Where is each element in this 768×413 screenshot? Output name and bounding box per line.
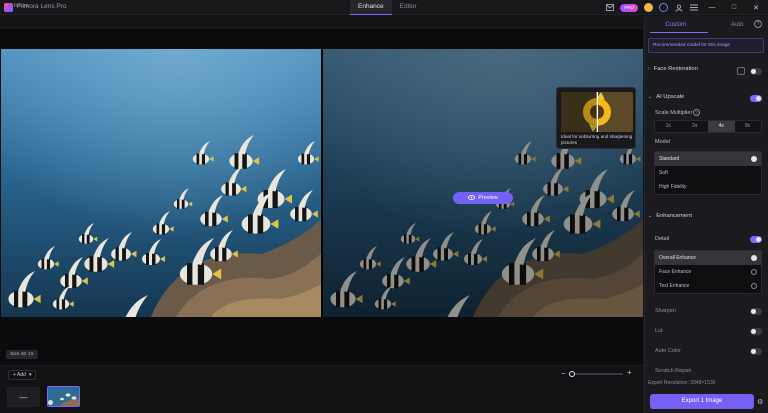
chevron-down-icon[interactable]: ⌄ [648, 94, 652, 100]
scale-2x[interactable]: 2x [682, 121, 709, 132]
model-option[interactable]: Standard [655, 152, 761, 166]
auto-color-toggle[interactable] [750, 348, 762, 355]
title-actions: PRO — □ ✕ [605, 2, 764, 13]
tooltip-text: Ideal for unblurring and sharpening pict… [561, 134, 633, 145]
file-tab[interactable]: × fishes [8, 1, 28, 11]
more-options-icon[interactable]: ⋮ [754, 1, 760, 8]
scale-4x[interactable]: 4x [708, 121, 735, 132]
gear-icon[interactable]: ⚙ [757, 398, 763, 406]
check-icon [751, 156, 757, 162]
zoom-slider-handle[interactable] [569, 371, 575, 377]
face-restoration-toggle[interactable] [750, 68, 762, 75]
model-tooltip: Ideal for unblurring and sharpening pict… [556, 87, 636, 149]
model-option[interactable]: Soft [655, 166, 761, 180]
pro-badge[interactable]: PRO [620, 3, 638, 12]
preview-label: Preview [478, 195, 498, 201]
detail-option[interactable]: Text Enhance [655, 279, 761, 293]
detail-label: Detail [655, 236, 670, 242]
sharpen-toggle[interactable] [750, 308, 762, 315]
help-icon[interactable]: ? [754, 20, 762, 28]
chevron-down-icon: ▾ [28, 372, 32, 378]
check-icon [751, 255, 757, 261]
scratch-repair-label: Scratch Repair [655, 368, 692, 374]
detail-option[interactable]: Overall Enhance [655, 251, 761, 265]
tooltip-preview-image [561, 92, 633, 132]
detail-option-label: Text Enhance [659, 283, 690, 289]
bottom-bar [0, 365, 643, 413]
scale-multiplier-label: Scale Multiplier [655, 110, 693, 116]
model-label: Model [655, 139, 670, 145]
detail-option-label: Overall Enhance [659, 255, 696, 261]
size-chip: Size 4K 1X [6, 350, 38, 359]
lut-toggle[interactable] [750, 328, 762, 335]
scale-8x[interactable]: 8x [735, 121, 762, 132]
coin-icon[interactable] [644, 3, 653, 12]
zoom-in-button[interactable]: + [627, 368, 632, 377]
tab-custom[interactable]: Custom [645, 17, 707, 33]
enhancement-label: Enhancement [656, 213, 692, 219]
minimize-button[interactable]: — [704, 4, 720, 11]
thumbnail-status-icon [48, 400, 53, 405]
enhancement-row: ⌄ Enhancement [648, 213, 764, 219]
file-bar [0, 16, 643, 28]
detail-options-list: Overall Enhance Face Enhance Text Enhanc… [654, 250, 762, 294]
export-resolution-text: Export Resolution: 2048×1536 [648, 380, 716, 386]
chevron-right-icon[interactable]: › [648, 66, 650, 72]
model-list: Standard Soft High Fidelity [654, 151, 762, 195]
info-icon[interactable]: ? [693, 109, 700, 116]
panel-tabs: Custom Auto [645, 17, 768, 33]
ai-upscale-row: ⌄ AI Upscale [648, 94, 764, 100]
scale-1x[interactable]: 1x [655, 121, 682, 132]
face-restoration-label: Face Restoration [653, 66, 698, 72]
active-tab-indicator [650, 32, 708, 33]
original-image[interactable] [1, 49, 321, 317]
menu-icon[interactable] [689, 3, 698, 12]
compare-divider[interactable] [321, 49, 323, 317]
face-restoration-row: › Face Restoration [648, 66, 764, 72]
user-icon[interactable] [674, 3, 683, 12]
preview-button[interactable]: Preview [453, 192, 513, 204]
face-scan-icon[interactable] [737, 67, 745, 75]
sharpen-label: Sharpen [655, 308, 676, 314]
model-option-label: Soft [659, 170, 668, 176]
model-option[interactable]: High Fidelity [655, 180, 761, 194]
detail-option[interactable]: Face Enhance [655, 265, 761, 279]
main-tabs: Enhance Editor [350, 0, 425, 15]
model-option-label: Standard [659, 156, 680, 162]
auto-color-label: Auto Color [655, 348, 681, 354]
add-images-button[interactable]: + Add ▾ [8, 370, 37, 380]
file-close-icon[interactable]: × [8, 3, 11, 9]
eye-icon [468, 194, 476, 202]
mail-icon[interactable] [605, 3, 614, 12]
zoom-out-button[interactable]: − [561, 369, 566, 378]
chevron-down-icon[interactable]: ⌄ [648, 213, 652, 219]
model-option-label: High Fidelity [659, 184, 687, 190]
lut-label: Lut [655, 328, 663, 334]
ai-upscale-label: AI Upscale [656, 94, 685, 100]
info-icon[interactable] [751, 269, 757, 275]
export-button[interactable]: Export 1 Image [650, 394, 754, 409]
file-name: fishes [13, 3, 29, 9]
tab-editor[interactable]: Editor [392, 0, 425, 15]
zoom-slider[interactable] [573, 373, 623, 375]
add-thumbnail-button[interactable]: — [7, 387, 40, 407]
add-label: + Add [13, 372, 26, 378]
scale-multiplier-selector: 1x 2x 4x 8x [654, 120, 762, 133]
ai-upscale-toggle[interactable] [750, 95, 762, 102]
info-icon[interactable] [751, 283, 757, 289]
tab-enhance[interactable]: Enhance [350, 0, 392, 15]
detail-toggle[interactable] [750, 236, 762, 243]
headset-icon[interactable] [659, 3, 668, 12]
recommendation-banner: Recommended model for this image [648, 38, 764, 53]
detail-option-label: Face Enhance [659, 269, 692, 275]
maximize-button[interactable]: □ [726, 4, 742, 11]
